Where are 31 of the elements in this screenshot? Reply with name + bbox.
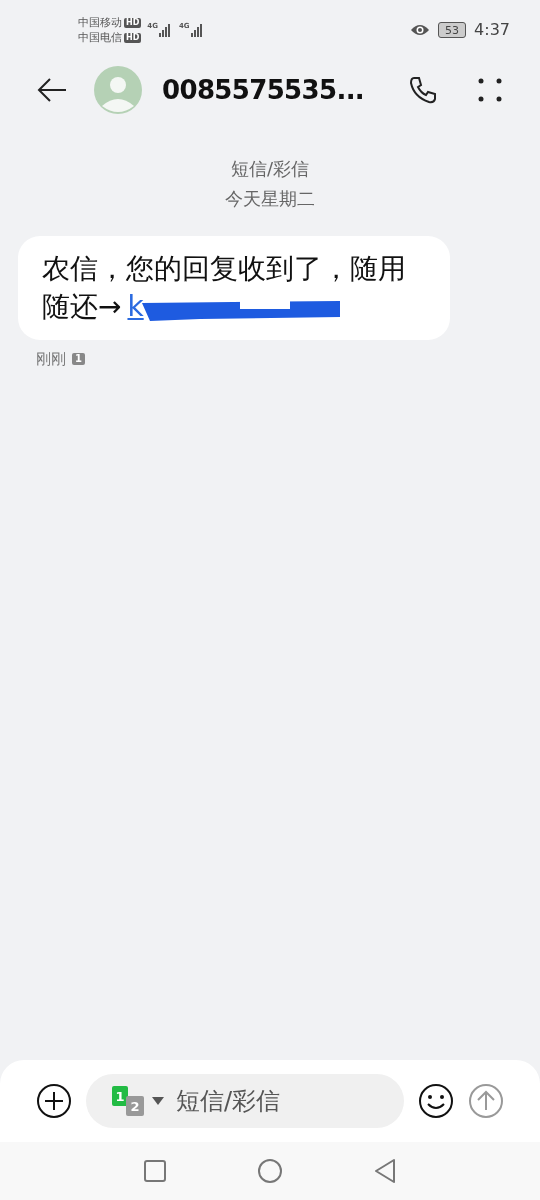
contact-avatar	[94, 66, 142, 114]
sim-badge: 1	[72, 353, 85, 366]
hd-badge: HD	[124, 32, 142, 43]
back-nav-icon[interactable]	[373, 1158, 397, 1184]
hd-badge: HD	[124, 17, 142, 28]
date-label: 今天星期二	[225, 187, 315, 211]
send-icon[interactable]	[468, 1083, 504, 1119]
signal-icon	[190, 23, 205, 37]
contact-number: 0085575535...	[162, 73, 365, 107]
sim-badge[interactable]: 1	[112, 1086, 128, 1106]
eye-icon	[410, 23, 431, 37]
battery-icon: 53	[438, 22, 467, 38]
message-text: 农信，您的回复收到了，随用随还→ k	[42, 251, 407, 325]
back-icon[interactable]	[36, 76, 68, 104]
message-input[interactable]: 1 2 短信/彩信	[86, 1074, 404, 1128]
more-icon[interactable]	[478, 78, 502, 102]
channel-label: 短信/彩信	[230, 157, 310, 181]
recent-apps-icon[interactable]	[143, 1159, 167, 1183]
home-icon[interactable]	[257, 1158, 283, 1184]
dropdown-icon[interactable]	[152, 1097, 164, 1105]
phone-icon[interactable]	[408, 75, 438, 105]
clock: 4:37	[474, 19, 510, 41]
sim-badge[interactable]: 2	[126, 1096, 144, 1116]
carrier-name: 中国电信	[78, 32, 122, 43]
message-time: 刚刚	[36, 349, 66, 370]
emoji-icon[interactable]	[418, 1083, 454, 1119]
signal-icon	[158, 23, 173, 37]
message-link[interactable]: k	[127, 290, 144, 323]
add-icon[interactable]	[36, 1083, 72, 1119]
carrier-name: 中国移动	[78, 17, 122, 28]
input-text[interactable]: 短信/彩信	[176, 1083, 376, 1119]
